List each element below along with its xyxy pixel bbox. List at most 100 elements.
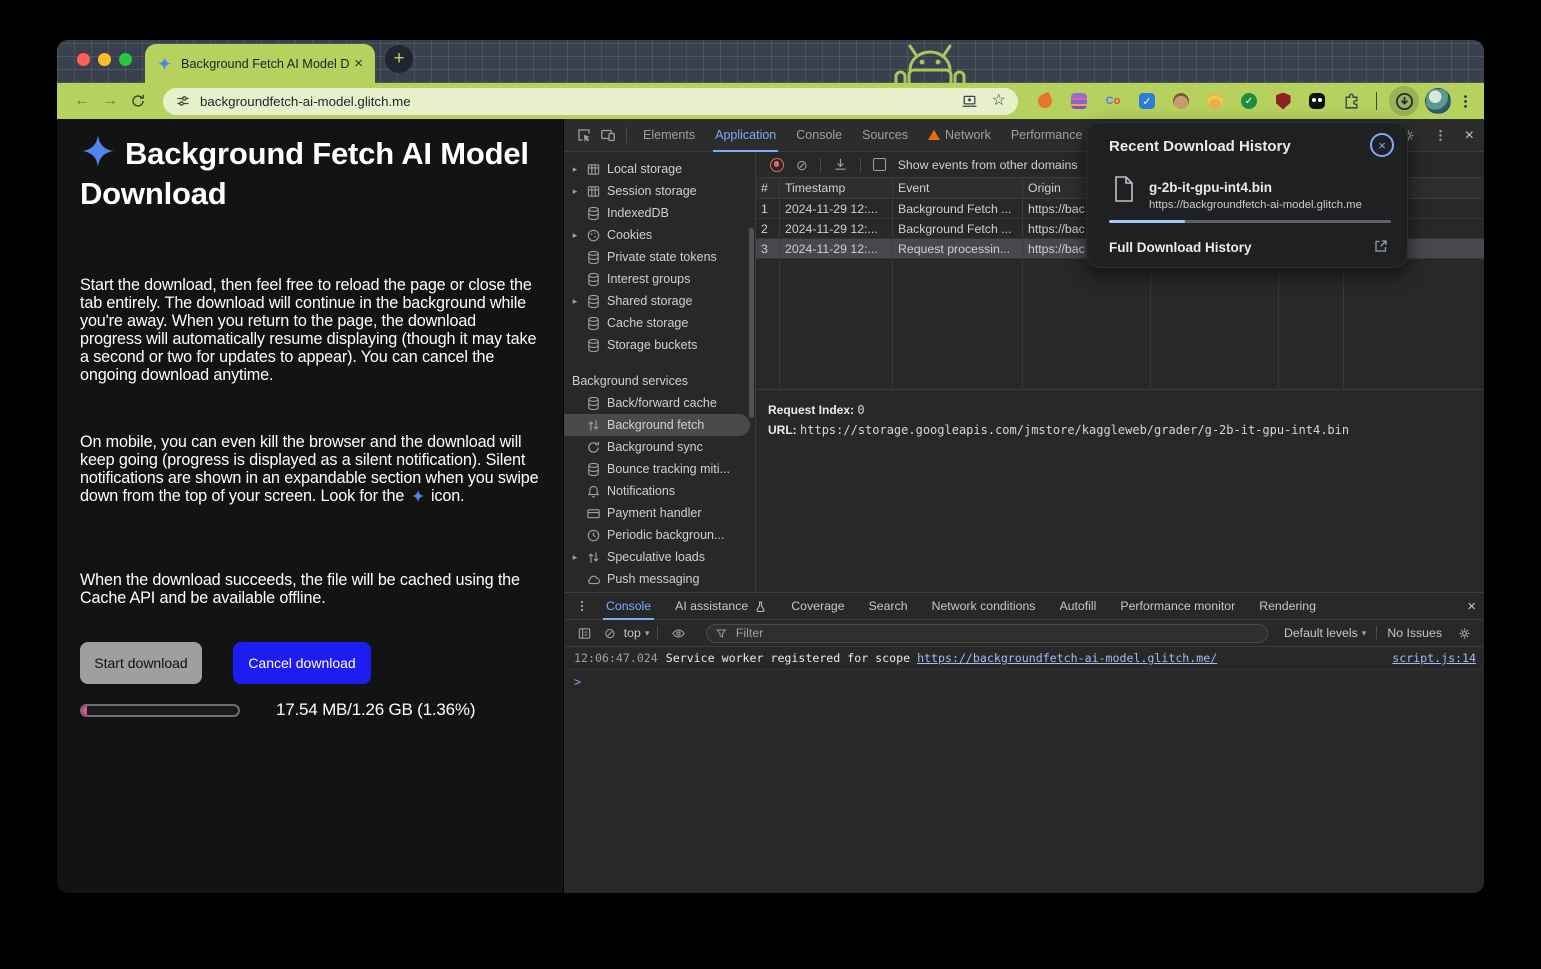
sidebar-item-session-storage[interactable]: ▸Session storage <box>564 180 755 202</box>
drawer-tab-ai-assistance[interactable]: AI assistance <box>663 593 779 620</box>
drawer-tab-coverage[interactable]: Coverage <box>779 593 856 620</box>
drawer-tab-search[interactable]: Search <box>857 593 920 620</box>
extension-icon-1[interactable] <box>1036 92 1054 110</box>
devtools-tab-performance[interactable]: Performance <box>1001 119 1093 152</box>
extension-icon-5[interactable] <box>1172 92 1190 110</box>
back-button[interactable]: ← <box>71 90 93 112</box>
sidebar-item-cookies[interactable]: ▸Cookies <box>564 224 755 246</box>
extension-icon-3[interactable]: Co <box>1104 92 1122 110</box>
sidebar-item-storage-buckets[interactable]: Storage buckets <box>564 334 755 356</box>
popup-title: Recent Download History <box>1109 138 1291 155</box>
drawer-tab-autofill[interactable]: Autofill <box>1047 593 1108 620</box>
cancel-download-button[interactable]: Cancel download <box>233 642 371 684</box>
tab-close-icon[interactable]: × <box>352 56 365 71</box>
clear-console-icon[interactable]: ⊘ <box>604 626 616 640</box>
drawer-tab-performance-monitor[interactable]: Performance monitor <box>1108 593 1247 620</box>
sidebar-scrollbar[interactable] <box>749 228 754 418</box>
column-header[interactable]: Timestamp <box>780 178 893 198</box>
record-icon[interactable] <box>770 158 784 172</box>
inspect-element-icon[interactable] <box>572 123 596 147</box>
column-header[interactable]: # <box>756 178 780 198</box>
extension-icon-6[interactable] <box>1206 92 1224 110</box>
extension-icon-2[interactable] <box>1070 92 1088 110</box>
console-filter[interactable] <box>706 624 1268 643</box>
extension-icon-8[interactable] <box>1274 92 1292 110</box>
devtools-tab-elements[interactable]: Elements <box>633 119 705 152</box>
external-link-icon[interactable] <box>1373 238 1389 254</box>
issues-counter[interactable]: No Issues <box>1387 626 1442 640</box>
start-download-button[interactable]: Start download <box>80 642 202 684</box>
caret-icon[interactable]: ▸ <box>570 164 580 175</box>
live-expression-eye-icon[interactable] <box>666 621 690 645</box>
caret-icon[interactable]: ▸ <box>570 296 580 307</box>
sidebar-item-private-state-tokens[interactable]: Private state tokens <box>564 246 755 268</box>
profile-avatar[interactable] <box>1425 88 1451 114</box>
caret-icon[interactable]: ▸ <box>570 552 580 563</box>
devtools-tab-console[interactable]: Console <box>786 119 852 152</box>
save-events-icon[interactable] <box>833 157 848 172</box>
devtools-close-icon[interactable]: × <box>1461 127 1478 145</box>
minimize-window-button[interactable] <box>98 53 111 66</box>
sidebar-item-interest-groups[interactable]: Interest groups <box>564 268 755 290</box>
caret-icon[interactable]: ▸ <box>570 230 580 241</box>
downloads-button[interactable] <box>1389 86 1419 116</box>
column-header[interactable]: Event <box>893 178 1023 198</box>
show-events-checkbox[interactable] <box>873 158 886 171</box>
popup-close-icon[interactable]: × <box>1370 133 1394 157</box>
caret-icon[interactable]: ▸ <box>570 186 580 197</box>
site-settings-tune-icon[interactable] <box>175 93 191 109</box>
download-file-name[interactable]: g-2b-it-gpu-int4.bin <box>1149 180 1272 195</box>
bookmark-star-icon[interactable]: ☆ <box>992 93 1006 109</box>
drawer-close-icon[interactable]: × <box>1467 598 1476 615</box>
log-source-link[interactable]: script.js:14 <box>1392 651 1476 665</box>
drawer-tab-console[interactable]: Console <box>594 593 663 620</box>
address-bar[interactable]: backgroundfetch-ai-model.glitch.me ☆ <box>163 88 1018 115</box>
sidebar-item-push-messaging[interactable]: Push messaging <box>564 568 755 590</box>
titlebar: Background Fetch AI Model D × + <box>57 40 1484 83</box>
browser-menu-icon[interactable] <box>1457 93 1474 110</box>
sidebar-item-bounce-tracking[interactable]: Bounce tracking miti... <box>564 458 755 480</box>
sync-icon <box>586 440 601 455</box>
extension-icon-7[interactable]: ✓ <box>1240 92 1258 110</box>
clear-icon[interactable]: ⊘ <box>796 158 808 172</box>
drawer-tab-network-conditions[interactable]: Network conditions <box>920 593 1048 620</box>
new-tab-button[interactable]: + <box>385 45 413 73</box>
sidebar-item-cache-storage[interactable]: Cache storage <box>564 312 755 334</box>
log-link[interactable]: https://backgroundfetch-ai-model.glitch.… <box>917 651 1217 665</box>
sidebar-item-back-forward-cache[interactable]: Back/forward cache <box>564 392 755 414</box>
sidebar-item-speculative-loads[interactable]: ▸Speculative loads <box>564 546 755 568</box>
sidebar-item-local-storage[interactable]: ▸Local storage <box>564 158 755 180</box>
console-sidebar-icon[interactable] <box>572 621 596 645</box>
sidebar-item-notifications[interactable]: Notifications <box>564 480 755 502</box>
sidebar-item-shared-storage[interactable]: ▸Shared storage <box>564 290 755 312</box>
sidebar-item-periodic-background-sync[interactable]: Periodic backgroun... <box>564 524 755 546</box>
browser-tab[interactable]: Background Fetch AI Model D × <box>145 44 375 83</box>
filter-input[interactable] <box>734 625 1259 641</box>
devtools-tab-application[interactable]: Application <box>705 119 786 152</box>
zoom-window-button[interactable] <box>119 53 132 66</box>
close-window-button[interactable] <box>77 53 90 66</box>
sidebar-item-indexeddb[interactable]: IndexedDB <box>564 202 755 224</box>
extension-icon-9[interactable] <box>1308 92 1326 110</box>
full-download-history-link[interactable]: Full Download History <box>1109 240 1252 255</box>
send-to-device-icon[interactable] <box>961 93 978 110</box>
sidebar-item-payment-handler[interactable]: Payment handler <box>564 502 755 524</box>
devtools-menu-icon[interactable] <box>1429 124 1453 148</box>
device-toolbar-icon[interactable] <box>596 123 620 147</box>
devtools-tab-network[interactable]: Network <box>918 119 1001 152</box>
sidebar-item-background-fetch[interactable]: Background fetch <box>564 414 750 436</box>
console-settings-gear-icon[interactable] <box>1452 621 1476 645</box>
extensions-puzzle-icon[interactable] <box>1342 92 1360 110</box>
log-levels-dropdown[interactable]: Default levels▾ <box>1284 626 1366 640</box>
url-text[interactable]: backgroundfetch-ai-model.glitch.me <box>200 94 952 109</box>
drawer-tab-rendering[interactable]: Rendering <box>1247 593 1328 620</box>
drawer-menu-icon[interactable] <box>570 594 594 618</box>
console-prompt[interactable]: > <box>564 670 1484 694</box>
context-selector[interactable]: top▾ <box>624 626 650 640</box>
forward-button[interactable]: → <box>99 90 121 112</box>
sidebar-item-background-sync[interactable]: Background sync <box>564 436 755 458</box>
show-events-label[interactable]: Show events from other domains <box>898 158 1078 172</box>
reload-button[interactable] <box>127 90 149 112</box>
extension-icon-4[interactable]: ✓ <box>1138 92 1156 110</box>
devtools-tab-sources[interactable]: Sources <box>852 119 918 152</box>
